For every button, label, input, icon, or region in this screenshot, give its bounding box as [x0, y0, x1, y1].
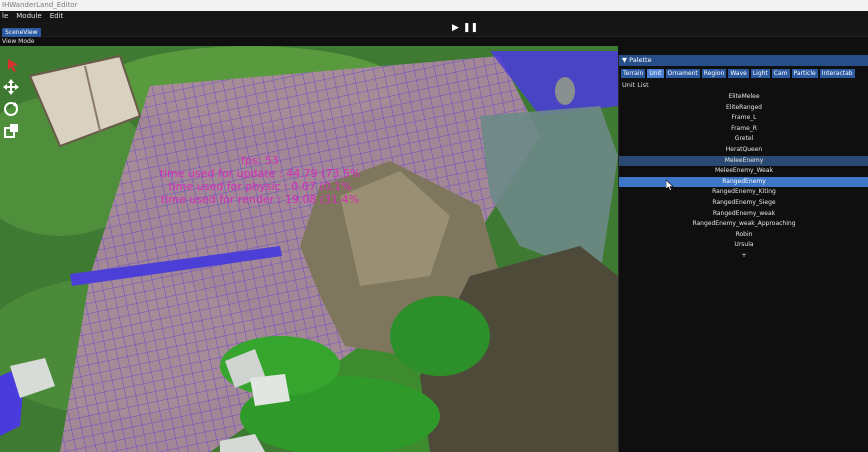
collapse-triangle-icon[interactable]: ▼ [622, 56, 627, 64]
play-icon[interactable]: ▶ [452, 23, 459, 33]
menu-module[interactable]: Module [16, 11, 41, 22]
physics-time-label: time used for physic : 0.07 (0.1% [168, 180, 352, 193]
performance-stats: fps: 53 time used for update : 44.79 (73… [150, 154, 370, 206]
view-mode-label[interactable]: View Mode [0, 37, 868, 46]
palette-tabs: Terrain Unit Ornament Region Wave Light … [619, 66, 868, 80]
render-time-label: time used for render : 19.08 (31.4% [160, 193, 360, 206]
list-item[interactable]: Frame_L [619, 113, 868, 124]
list-item[interactable]: EliteMelee [619, 92, 868, 103]
tab-light[interactable]: Light [750, 69, 770, 78]
list-item[interactable]: RangedEnemy_weak [619, 209, 868, 220]
menu-edit[interactable]: Edit [50, 11, 64, 22]
list-item[interactable]: RangedEnemy_Kiting [619, 187, 868, 198]
tab-wave[interactable]: Wave [728, 69, 749, 78]
palette-title: Palette [629, 56, 652, 64]
list-item[interactable]: Ursula [619, 240, 868, 251]
tab-terrain[interactable]: Terrain [621, 69, 646, 78]
add-unit-button[interactable]: + [619, 251, 868, 262]
rotate-tool-icon[interactable] [2, 100, 20, 118]
move-tool-icon[interactable] [2, 78, 20, 96]
tab-ornament[interactable]: Ornament [665, 69, 700, 78]
list-item-selected[interactable]: RangedEnemy [619, 176, 868, 188]
menu-file[interactable]: le [2, 11, 8, 22]
tab-particle[interactable]: Particle [791, 69, 818, 78]
list-item[interactable]: Robin [619, 230, 868, 241]
tab-interactable[interactable]: Interactab [819, 69, 855, 78]
list-item[interactable]: EliteRanged [619, 103, 868, 114]
list-item[interactable]: Gretel [619, 134, 868, 145]
unit-list: EliteMelee EliteRanged Frame_L Frame_R G… [619, 92, 868, 262]
palette-header[interactable]: ▼ Palette [619, 55, 868, 66]
palette-panel: ▼ Palette Terrain Unit Ornament Region W… [618, 55, 868, 452]
pause-icon[interactable]: ❚❚ [463, 23, 478, 33]
list-item[interactable]: RangedEnemy_weak_Approaching [619, 219, 868, 230]
list-item[interactable]: RangedEnemy_Siege [619, 198, 868, 209]
list-item[interactable]: HeratQueen [619, 145, 868, 156]
tab-cam[interactable]: Cam [771, 69, 790, 78]
scale-tool-icon[interactable] [2, 122, 20, 140]
menu-bar: le Module Edit [0, 11, 868, 22]
select-tool-icon[interactable] [4, 56, 22, 74]
mouse-cursor-icon [665, 176, 674, 195]
tab-sceneview[interactable]: SceneView [2, 28, 41, 37]
tab-region[interactable]: Region [701, 69, 727, 78]
list-item[interactable]: Frame_R [619, 124, 868, 135]
fps-label: fps: 53 [241, 154, 279, 167]
list-item[interactable]: MeleeEnemy_Weak [619, 166, 868, 177]
list-item-hovered[interactable]: MeleeEnemy [619, 155, 868, 167]
window-title: IHWanderLand_Editor [0, 0, 868, 11]
toolbar: ▶ ❚❚ [0, 22, 868, 37]
scene-render [0, 46, 618, 452]
tab-unit[interactable]: Unit [647, 69, 664, 78]
update-time-label: time used for update : 44.79 (73.5% [159, 167, 361, 180]
scene-viewport[interactable]: fps: 53 time used for update : 44.79 (73… [0, 46, 618, 452]
unit-list-label: Unit List [622, 81, 649, 89]
